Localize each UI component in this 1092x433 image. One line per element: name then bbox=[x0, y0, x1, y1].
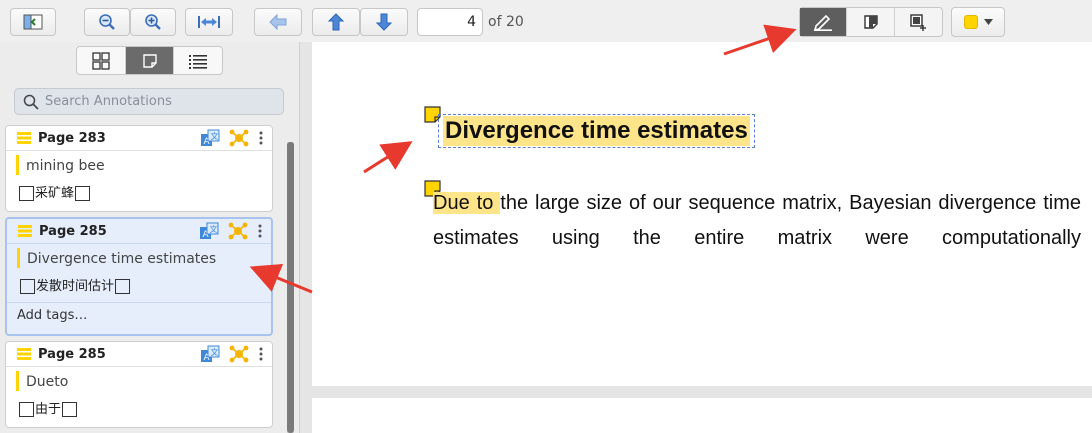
previous-page-button[interactable] bbox=[312, 8, 360, 36]
mindmap-icon[interactable] bbox=[228, 222, 248, 240]
outline-view-button[interactable] bbox=[174, 47, 222, 74]
comment-text: 由于 bbox=[35, 401, 62, 417]
annotation-card-selected[interactable]: Page 285 A 文 Divergence time estimates 发… bbox=[5, 217, 273, 336]
sidebar-toggle-icon bbox=[23, 14, 43, 30]
translate-icon[interactable]: A 文 bbox=[200, 129, 220, 147]
annotation-page-label: Page 283 bbox=[38, 130, 106, 146]
annotations-icon bbox=[142, 53, 157, 68]
annotation-highlight-text: Divergence time estimates bbox=[7, 244, 271, 274]
search-annotations-field[interactable] bbox=[14, 88, 284, 115]
annotation-tools bbox=[799, 7, 943, 37]
pen-icon bbox=[814, 14, 833, 31]
zoom-in-button[interactable] bbox=[130, 8, 176, 36]
zoom-in-icon bbox=[145, 14, 161, 30]
annotation-card[interactable]: Page 285 A 文 Dueto 由于 bbox=[5, 341, 273, 428]
translate-icon[interactable]: A 文 bbox=[199, 222, 219, 240]
previous-page-icon bbox=[328, 13, 344, 31]
pdf-page: Divergence time estimates Due to the lar… bbox=[312, 42, 1092, 386]
highlight-annotation-icon bbox=[17, 132, 31, 144]
highlight-color-bar bbox=[16, 371, 19, 391]
search-icon bbox=[23, 94, 39, 110]
back-icon bbox=[269, 14, 287, 30]
highlight-annotation-icon bbox=[18, 225, 32, 237]
annotation-card-header: Page 285 A 文 bbox=[6, 342, 272, 367]
annotation-highlight-text: mining bee bbox=[6, 151, 272, 181]
annotation-highlight-text: Dueto bbox=[6, 367, 272, 397]
zoom-out-icon bbox=[99, 14, 115, 30]
more-options-icon[interactable] bbox=[258, 346, 264, 362]
thumbnails-view-button[interactable] bbox=[77, 47, 126, 74]
more-options-icon[interactable] bbox=[257, 223, 263, 239]
annotation-comment[interactable]: 发散时间估计 bbox=[7, 274, 271, 302]
back-button[interactable] bbox=[254, 8, 302, 36]
highlight-annotation-icon bbox=[17, 348, 31, 360]
selected-highlight[interactable]: Divergence time estimates bbox=[438, 114, 755, 148]
note-icon bbox=[863, 15, 878, 29]
annotation-text: Dueto bbox=[26, 374, 69, 390]
annotation-comment[interactable]: 采矿蜂 bbox=[6, 181, 272, 209]
search-input[interactable] bbox=[45, 94, 275, 109]
annotation-page-label: Page 285 bbox=[38, 346, 106, 362]
translate-icon[interactable]: A 文 bbox=[200, 345, 220, 363]
annotation-card-header: Page 283 A 文 bbox=[6, 126, 272, 151]
more-options-icon[interactable] bbox=[258, 130, 264, 146]
annotation-page-label: Page 285 bbox=[39, 223, 107, 239]
paragraph-highlight[interactable]: Due to bbox=[433, 192, 501, 214]
area-tool-button[interactable] bbox=[895, 8, 942, 36]
area-icon bbox=[910, 14, 927, 31]
comment-text: 发散时间估计 bbox=[36, 278, 115, 294]
annotation-text: mining bee bbox=[26, 158, 105, 174]
highlight-color-bar bbox=[16, 155, 19, 175]
fit-width-icon bbox=[198, 16, 220, 28]
outline-icon bbox=[189, 54, 208, 69]
svg-text:文: 文 bbox=[211, 131, 219, 141]
color-swatch bbox=[963, 15, 978, 29]
comment-text: 采矿蜂 bbox=[35, 185, 75, 201]
annotations-view-button[interactable] bbox=[125, 47, 175, 74]
annotation-comment[interactable]: 由于 bbox=[6, 397, 272, 425]
add-tags-field[interactable]: Add tags… bbox=[7, 302, 271, 328]
annotation-card[interactable]: Page 283 A 文 mining bee 采矿蜂 bbox=[5, 125, 273, 212]
svg-text:文: 文 bbox=[211, 347, 219, 357]
thumbnails-icon bbox=[92, 51, 110, 70]
sidebar-view-toggle bbox=[76, 46, 223, 75]
zoom-out-button[interactable] bbox=[84, 8, 130, 36]
annotation-card-header: Page 285 A 文 bbox=[7, 219, 271, 244]
toolbar: 4 of 20 bbox=[0, 0, 1092, 42]
body-paragraph: Due to the large size of our sequence ma… bbox=[433, 186, 1081, 256]
annotations-sidebar: Page 283 A 文 mining be bbox=[0, 42, 300, 433]
app-window: 4 of 20 Search Annotations Page 283 A 文 … bbox=[0, 0, 1092, 433]
next-page-button[interactable] bbox=[360, 8, 408, 36]
annotation-text: Divergence time estimates bbox=[27, 251, 217, 267]
paragraph-text: the large size of our sequence matrix, B… bbox=[433, 192, 1082, 249]
next-pdf-page bbox=[312, 398, 1092, 433]
color-picker-button[interactable] bbox=[951, 7, 1005, 37]
page-number-input[interactable]: 4 bbox=[417, 8, 483, 36]
note-tool-button[interactable] bbox=[847, 8, 895, 36]
svg-text:文: 文 bbox=[210, 224, 218, 234]
fit-width-button[interactable] bbox=[185, 8, 233, 36]
sidebar-scrollbar-thumb[interactable] bbox=[287, 142, 294, 433]
section-heading: Divergence time estimates bbox=[443, 116, 750, 146]
next-page-icon bbox=[376, 13, 392, 31]
mindmap-icon[interactable] bbox=[229, 345, 249, 363]
document-viewer: Divergence time estimates Due to the lar… bbox=[300, 42, 1092, 433]
chevron-down-icon bbox=[983, 19, 993, 25]
mindmap-icon[interactable] bbox=[229, 129, 249, 147]
sidebar-toggle-button[interactable] bbox=[10, 8, 56, 36]
page-count-label: of 20 bbox=[488, 14, 524, 30]
highlight-color-bar bbox=[17, 248, 20, 268]
highlight-tool-button[interactable] bbox=[800, 8, 848, 36]
